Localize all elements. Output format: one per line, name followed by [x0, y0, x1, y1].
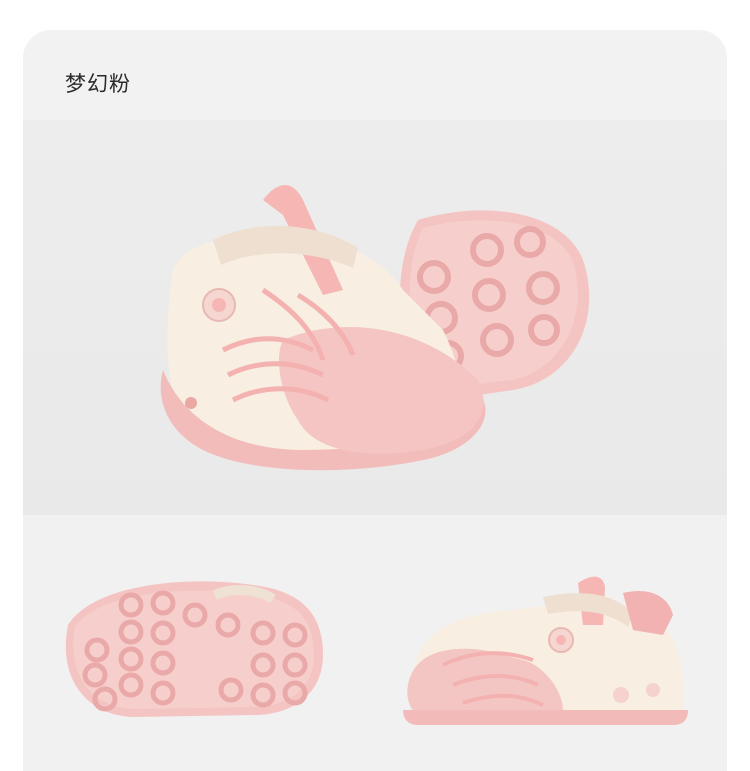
sole-image	[65, 581, 323, 717]
hero-image	[23, 120, 727, 515]
detail-row	[23, 515, 727, 771]
color-name-label: 梦幻粉	[65, 72, 131, 96]
product-card: 梦幻粉	[23, 30, 727, 771]
side-image	[403, 576, 688, 725]
